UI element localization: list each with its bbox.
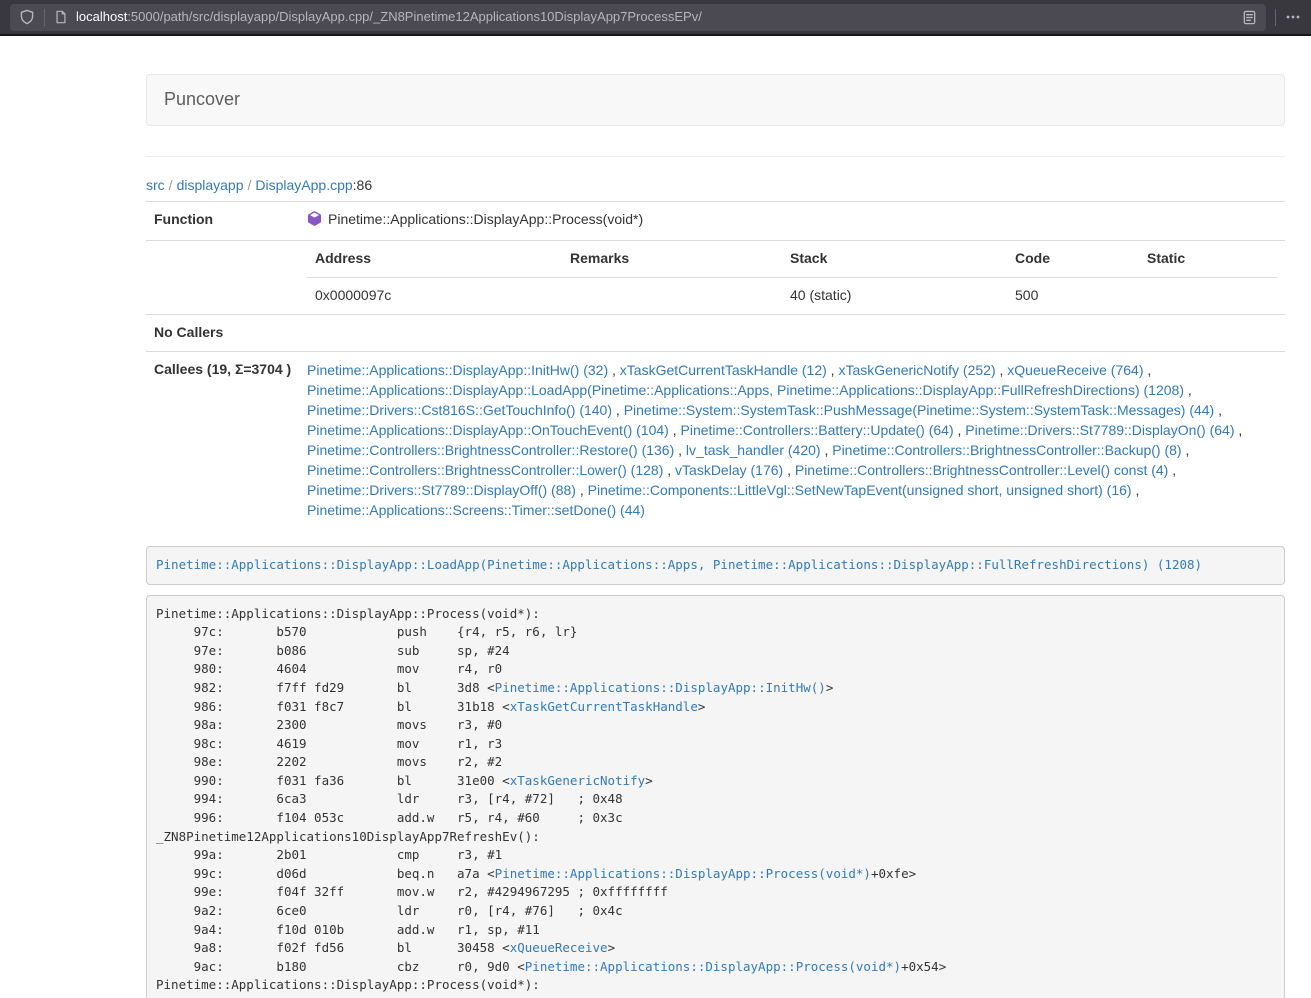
callee-separator: ,	[954, 422, 966, 438]
brand-link[interactable]: Puncover	[164, 87, 240, 113]
callee-link[interactable]: Pinetime::System::SystemTask::PushMessag…	[624, 402, 1215, 418]
callee-link[interactable]: Pinetime::Applications::DisplayApp::OnTo…	[307, 422, 669, 438]
callee-link[interactable]: xQueueReceive (764)	[1007, 362, 1143, 378]
callee-separator: ,	[1168, 462, 1176, 478]
callee-link[interactable]: Pinetime::Applications::Screens::Timer::…	[307, 502, 645, 518]
callee-link[interactable]: Pinetime::Applications::DisplayApp::Init…	[307, 362, 608, 378]
callee-separator: ,	[1184, 382, 1192, 398]
callee-link[interactable]: Pinetime::Controllers::Battery::Update()…	[681, 422, 954, 438]
divider	[146, 156, 1285, 157]
disassembly-symbol-link[interactable]: xTaskGetCurrentTaskHandle	[510, 699, 698, 714]
disassembly-symbol-link[interactable]: Pinetime::Applications::DisplayApp::Init…	[495, 680, 826, 695]
function-name: Pinetime::Applications::DisplayApp::Proc…	[328, 211, 643, 227]
reader-mode-icon[interactable]	[1242, 10, 1257, 25]
callee-link[interactable]: Pinetime::Controllers::BrightnessControl…	[832, 442, 1181, 458]
shield-icon[interactable]	[19, 9, 35, 25]
callee-separator: ,	[663, 462, 675, 478]
callees-label: Callees (19, Σ=3704 )	[146, 351, 299, 528]
callee-separator: ,	[608, 362, 620, 378]
function-details-row: Address Remarks Stack Code Static 0x0000…	[146, 240, 1285, 314]
callee-link[interactable]: Pinetime::Controllers::BrightnessControl…	[307, 442, 674, 458]
callee-link[interactable]: Pinetime::Drivers::St7789::DisplayOn() (…	[965, 422, 1234, 438]
callee-separator: ,	[576, 482, 588, 498]
breadcrumb-link-src[interactable]: src	[146, 177, 165, 193]
function-details-cell: Address Remarks Stack Code Static 0x0000…	[299, 240, 1285, 314]
value-address: 0x0000097c	[307, 277, 562, 313]
callee-separator: ,	[1143, 362, 1151, 378]
details-table: Address Remarks Stack Code Static 0x0000…	[307, 241, 1277, 314]
browser-toolbar: localhost:5000/path/src/displayapp/Displ…	[0, 0, 1311, 36]
col-stack: Stack	[782, 241, 1007, 277]
url-host: localhost	[76, 9, 127, 24]
url-bar[interactable]: localhost:5000/path/src/displayapp/Displ…	[10, 4, 1266, 31]
breadcrumb-separator: /	[165, 177, 177, 193]
callee-separator: ,	[612, 402, 624, 418]
value-code: 500	[1007, 277, 1139, 313]
callee-link[interactable]: lv_task_handler (420)	[686, 442, 821, 458]
snippet-pre: Pinetime::Applications::DisplayApp::Load…	[146, 546, 1285, 585]
no-callers-cell	[299, 314, 1285, 351]
breadcrumb-link-displayapp[interactable]: displayapp	[177, 177, 244, 193]
navbar: Puncover	[146, 74, 1285, 126]
url-path: :5000/path/src/displayapp/DisplayApp.cpp…	[127, 9, 702, 24]
disassembly-symbol-link[interactable]: xTaskGenericNotify	[510, 773, 645, 788]
callee-separator: ,	[827, 362, 839, 378]
callee-separator: ,	[783, 462, 795, 478]
disassembly-pre: Pinetime::Applications::DisplayApp::Proc…	[146, 595, 1285, 998]
disassembly-symbol-link[interactable]: xQueueReceive	[510, 940, 608, 955]
breadcrumb-separator: /	[244, 177, 256, 193]
callee-separator: ,	[1235, 422, 1243, 438]
col-remarks: Remarks	[562, 241, 782, 277]
value-stack: 40 (static)	[782, 277, 1007, 313]
details-value-row: 0x0000097c 40 (static) 500	[307, 277, 1277, 313]
callee-separator: ,	[1214, 402, 1222, 418]
breadcrumb-line-number: :86	[353, 177, 372, 193]
function-row-label: Function	[146, 202, 299, 241]
callee-separator: ,	[821, 442, 833, 458]
value-remarks	[562, 277, 782, 313]
function-row: Function Pinetime::Applications::Display…	[146, 202, 1285, 241]
callees-list: Pinetime::Applications::DisplayApp::Init…	[299, 351, 1285, 528]
page-container: Puncover src/displayapp/DisplayApp.cpp:8…	[146, 36, 1285, 998]
toolbar-right-group	[1266, 9, 1301, 26]
page-icon	[54, 10, 68, 24]
function-table: Function Pinetime::Applications::Display…	[146, 201, 1285, 528]
callee-link[interactable]: Pinetime::Components::LittleVgl::SetNewT…	[588, 482, 1132, 498]
toolbar-separator	[1275, 9, 1276, 26]
disassembly-symbol-link[interactable]: Pinetime::Applications::DisplayApp::Proc…	[525, 959, 901, 974]
breadcrumb: src/displayapp/DisplayApp.cpp:86	[146, 175, 1285, 195]
callees-row: Callees (19, Σ=3704 ) Pinetime::Applicat…	[146, 351, 1285, 528]
breadcrumb-link-file[interactable]: DisplayApp.cpp	[255, 177, 352, 193]
callee-link[interactable]: vTaskDelay (176)	[675, 462, 783, 478]
no-callers-row: No Callers	[146, 314, 1285, 351]
callee-separator: ,	[674, 442, 686, 458]
callee-link[interactable]: Pinetime::Applications::DisplayApp::Load…	[307, 382, 1184, 398]
callee-link[interactable]: xTaskGetCurrentTaskHandle (12)	[620, 362, 827, 378]
callee-link[interactable]: xTaskGenericNotify (252)	[838, 362, 995, 378]
callee-separator: ,	[1132, 482, 1140, 498]
urlbar-separator	[44, 9, 45, 26]
snippet-link[interactable]: Pinetime::Applications::DisplayApp::Load…	[156, 557, 1202, 572]
disassembly-symbol-link[interactable]: Pinetime::Applications::DisplayApp::Proc…	[495, 866, 871, 881]
more-menu-icon[interactable]	[1285, 9, 1301, 25]
callee-separator: ,	[996, 362, 1008, 378]
details-header-row: Address Remarks Stack Code Static	[307, 241, 1277, 277]
no-callers-label: No Callers	[146, 314, 299, 351]
callee-link[interactable]: Pinetime::Controllers::BrightnessControl…	[307, 462, 663, 478]
callee-link[interactable]: Pinetime::Controllers::BrightnessControl…	[795, 462, 1168, 478]
function-name-cell: Pinetime::Applications::DisplayApp::Proc…	[299, 202, 1285, 241]
empty-row-label	[146, 240, 299, 314]
col-address: Address	[307, 241, 562, 277]
url-text[interactable]: localhost:5000/path/src/displayapp/Displ…	[76, 8, 1242, 27]
callee-separator: ,	[669, 422, 681, 438]
callee-link[interactable]: Pinetime::Drivers::Cst816S::GetTouchInfo…	[307, 402, 612, 418]
value-static	[1139, 277, 1277, 313]
callee-separator: ,	[1182, 442, 1190, 458]
col-code: Code	[1007, 241, 1139, 277]
callee-link[interactable]: Pinetime::Drivers::St7789::DisplayOff() …	[307, 482, 576, 498]
package-icon	[307, 211, 322, 232]
col-static: Static	[1139, 241, 1277, 277]
